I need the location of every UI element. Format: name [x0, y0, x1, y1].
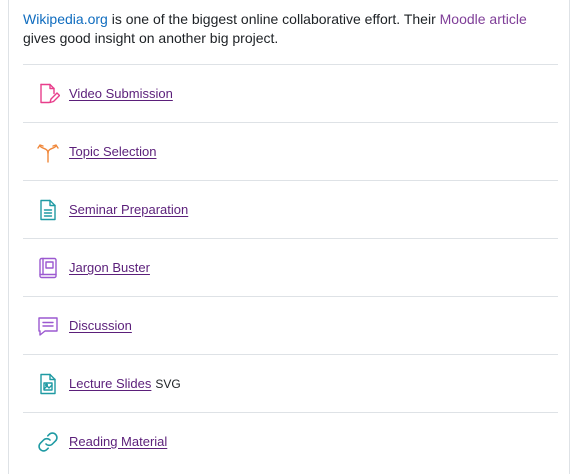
activity-link-discussion[interactable]: Discussion — [69, 318, 132, 333]
activity-seminar-preparation: Seminar Preparation — [23, 180, 558, 238]
activity-reading-material: Reading Material — [23, 412, 558, 470]
activity-video-submission: Video Submission — [23, 64, 558, 122]
intro-text-part1: is one of the biggest online collaborati… — [107, 11, 440, 27]
activity-link-topic-selection[interactable]: Topic Selection — [69, 144, 156, 159]
activity-link-seminar-preparation[interactable]: Seminar Preparation — [69, 202, 188, 217]
glossary-icon — [36, 256, 60, 280]
url-link-icon — [36, 430, 60, 454]
activity-link-reading-material[interactable]: Reading Material — [69, 434, 167, 449]
assignment-icon — [36, 82, 60, 106]
activity-link-video-submission[interactable]: Video Submission — [69, 86, 173, 101]
activity-discussion: Discussion — [23, 296, 558, 354]
file-type-badge: SVG — [155, 376, 181, 391]
intro-text: Wikipedia.org is one of the biggest onli… — [23, 10, 553, 48]
wikipedia-link[interactable]: Wikipedia.org — [23, 11, 108, 27]
activity-list: Video Submission Topic Selection Seminar… — [23, 64, 558, 470]
moodle-article-link[interactable]: Moodle article — [440, 11, 527, 27]
image-file-icon — [36, 372, 60, 396]
forum-icon — [36, 314, 60, 338]
choice-icon — [36, 140, 60, 164]
activity-link-lecture-slides[interactable]: Lecture Slides — [69, 376, 151, 391]
activity-topic-selection: Topic Selection — [23, 122, 558, 180]
activity-lecture-slides: Lecture Slides SVG — [23, 354, 558, 412]
activity-jargon-buster: Jargon Buster — [23, 238, 558, 296]
page-icon — [36, 198, 60, 222]
activity-link-jargon-buster[interactable]: Jargon Buster — [69, 260, 150, 275]
intro-text-part2: gives good insight on another big projec… — [23, 30, 279, 46]
